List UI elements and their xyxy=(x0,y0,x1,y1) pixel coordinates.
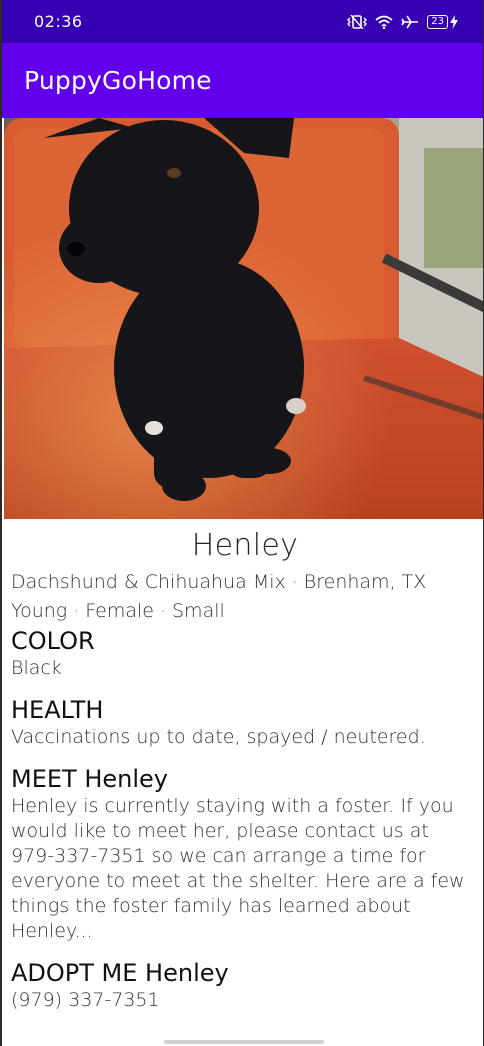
meet-line: everyone to meet at the shelter. Here ar… xyxy=(11,870,465,892)
pet-attributes: Young · Female · Small xyxy=(11,597,479,626)
status-icons: 23 xyxy=(347,14,458,29)
battery-indicator: 23 xyxy=(427,14,458,29)
meet-line: Henley is currently staying with a foste… xyxy=(11,795,454,817)
health-title: HEALTH xyxy=(11,696,104,724)
status-time: 02:36 xyxy=(34,12,83,31)
adopt-phone[interactable]: (979) 337-7351 xyxy=(11,988,479,1013)
charging-icon xyxy=(450,14,458,29)
meet-line: things the foster family has learned abo… xyxy=(11,895,411,942)
battery-icon: 23 xyxy=(427,14,448,29)
color-title: COLOR xyxy=(11,627,95,655)
airplane-icon xyxy=(401,15,419,29)
color-text: Black xyxy=(11,657,62,679)
pet-size: Small xyxy=(172,600,225,622)
pet-breed-location: Dachshund & Chihuahua Mix · Brenham, TX xyxy=(11,568,479,597)
wifi-icon xyxy=(375,15,393,29)
health-text: Vaccinations up to date, spayed / neuter… xyxy=(11,726,426,748)
pet-breed: Dachshund & Chihuahua Mix xyxy=(11,571,286,593)
separator-dot: · xyxy=(291,571,298,593)
adopt-title: ADOPT ME Henley xyxy=(11,959,229,987)
separator-dot: · xyxy=(159,600,166,622)
pet-details: Henley Dachshund & Chihuahua Mix · Brenham… xyxy=(11,519,479,1013)
pet-age: Young xyxy=(11,600,68,622)
separator-dot: · xyxy=(73,600,80,622)
app-title: PuppyGoHome xyxy=(24,66,212,95)
app-bar: PuppyGoHome xyxy=(2,43,483,118)
vibrate-icon xyxy=(347,14,368,29)
home-indicator[interactable] xyxy=(164,1040,324,1044)
app-screen: 02:36 23 PuppyGoHome Henley Dachshund & … xyxy=(0,0,484,1046)
meet-description: Henley is currently staying with a foste… xyxy=(11,794,479,944)
pet-name: Henley xyxy=(191,528,299,563)
pet-location: Brenham, TX xyxy=(303,571,427,593)
status-bar: 02:36 23 xyxy=(2,0,483,43)
meet-line: would like to meet her, please contact u… xyxy=(11,820,429,842)
meet-line: 979-337-7351 so we can arrange a time fo… xyxy=(11,845,426,867)
meet-title: MEET Henley xyxy=(11,765,168,793)
pet-photo xyxy=(4,118,483,519)
pet-gender: Female xyxy=(85,600,154,622)
